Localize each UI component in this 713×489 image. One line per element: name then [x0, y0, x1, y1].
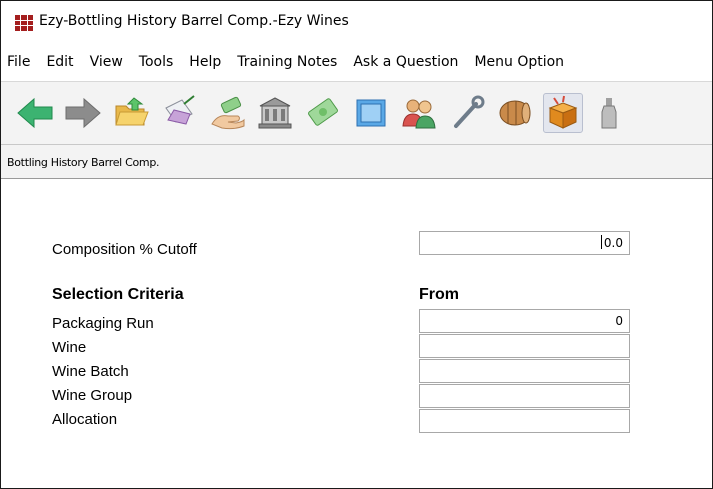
sign-document-icon	[165, 95, 195, 125]
users-icon	[402, 99, 436, 129]
bank-button[interactable]	[255, 93, 295, 133]
barrel-button[interactable]	[495, 93, 535, 133]
title-bar[interactable]: Ezy-Bottling History Barrel Comp.-Ezy Wi…	[1, 1, 712, 43]
cutoff-label: Composition % Cutoff	[52, 241, 197, 258]
toolbar	[1, 81, 712, 145]
open-folder-icon	[115, 97, 149, 126]
money-bill-icon	[308, 98, 338, 126]
wine-batch-input[interactable]	[419, 359, 630, 383]
form-area: Composition % Cutoff 0.0 Selection Crite…	[1, 179, 712, 488]
menu-training-notes[interactable]: Training Notes	[229, 54, 345, 70]
cash-button[interactable]	[303, 93, 343, 133]
menu-view[interactable]: View	[82, 54, 131, 70]
cutoff-value: 0.0	[603, 236, 623, 250]
wine-group-label: Wine Group	[52, 387, 133, 404]
wine-batch-label: Wine Batch	[52, 363, 129, 380]
selection-criteria-heading: Selection Criteria	[52, 286, 184, 303]
wine-input[interactable]	[419, 334, 630, 358]
packaging-run-input[interactable]: 0	[419, 309, 630, 333]
forward-arrow-icon	[65, 97, 101, 129]
stamp-icon	[356, 99, 386, 127]
back-button[interactable]	[15, 93, 55, 133]
menu-ask-a-question[interactable]: Ask a Question	[345, 54, 466, 70]
barrel-icon	[499, 100, 531, 126]
winery-grid-icon	[15, 15, 33, 31]
tools-button[interactable]	[447, 93, 487, 133]
menu-help[interactable]: Help	[181, 54, 229, 70]
breadcrumb: Bottling History Barrel Comp.	[7, 156, 160, 169]
back-arrow-icon	[17, 97, 53, 129]
window-title: Ezy-Bottling History Barrel Comp.-Ezy Wi…	[39, 13, 349, 29]
allocation-input[interactable]	[419, 409, 630, 433]
bottle-icon	[601, 98, 617, 129]
wrench-icon	[454, 95, 485, 128]
hand-money-icon	[211, 96, 245, 130]
menu-menu-option[interactable]: Menu Option	[466, 54, 572, 70]
breadcrumb-bar: Bottling History Barrel Comp.	[1, 145, 712, 179]
stamp-button[interactable]	[351, 93, 391, 133]
menu-tools[interactable]: Tools	[131, 54, 182, 70]
text-cursor	[600, 235, 602, 249]
box-icon	[548, 95, 578, 129]
forward-button[interactable]	[63, 93, 103, 133]
menu-file[interactable]: File	[1, 54, 38, 70]
menu-bar: File Edit View Tools Help Training Notes…	[1, 43, 712, 81]
users-button[interactable]	[399, 93, 439, 133]
bank-building-icon	[258, 97, 292, 129]
menu-edit[interactable]: Edit	[38, 54, 81, 70]
payment-button[interactable]	[207, 93, 247, 133]
sign-button[interactable]	[159, 93, 199, 133]
cutoff-input[interactable]: 0.0	[419, 231, 630, 255]
wine-label: Wine	[52, 339, 87, 356]
box-button[interactable]	[543, 93, 583, 133]
allocation-label: Allocation	[52, 411, 118, 428]
bottling-button[interactable]	[591, 93, 631, 133]
packaging-run-label: Packaging Run	[52, 315, 154, 332]
from-heading: From	[419, 286, 459, 303]
open-button[interactable]	[111, 93, 151, 133]
app-window: Ezy-Bottling History Barrel Comp.-Ezy Wi…	[0, 0, 713, 489]
wine-group-input[interactable]	[419, 384, 630, 408]
